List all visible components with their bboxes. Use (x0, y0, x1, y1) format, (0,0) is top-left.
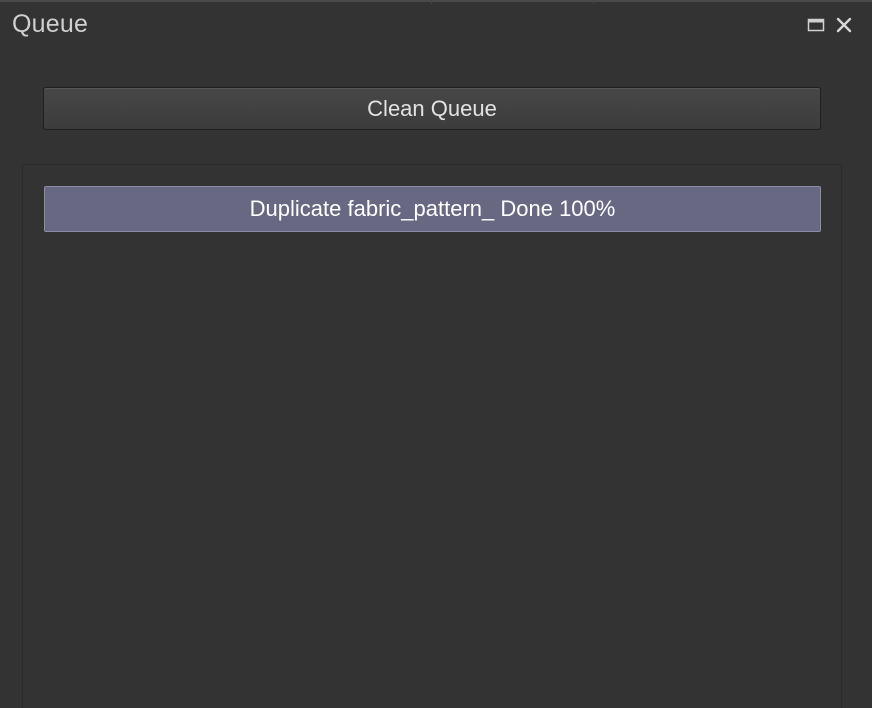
clean-queue-button[interactable]: Clean Queue (43, 87, 821, 130)
panel-titlebar: Queue (0, 2, 872, 50)
panel-title: Queue (12, 10, 89, 38)
close-icon (835, 16, 853, 34)
queue-item-label: Duplicate fabric_pattern_ Done 100% (249, 196, 616, 221)
maximize-icon (807, 16, 825, 34)
queue-panel: Queue Clean Queue Duplicate fabric_patte… (0, 0, 872, 708)
close-button[interactable] (835, 16, 853, 34)
queue-item[interactable]: Duplicate fabric_pattern_ Done 100% (44, 186, 821, 232)
maximize-button[interactable] (807, 16, 825, 34)
queue-list: Duplicate fabric_pattern_ Done 100% (22, 164, 842, 708)
